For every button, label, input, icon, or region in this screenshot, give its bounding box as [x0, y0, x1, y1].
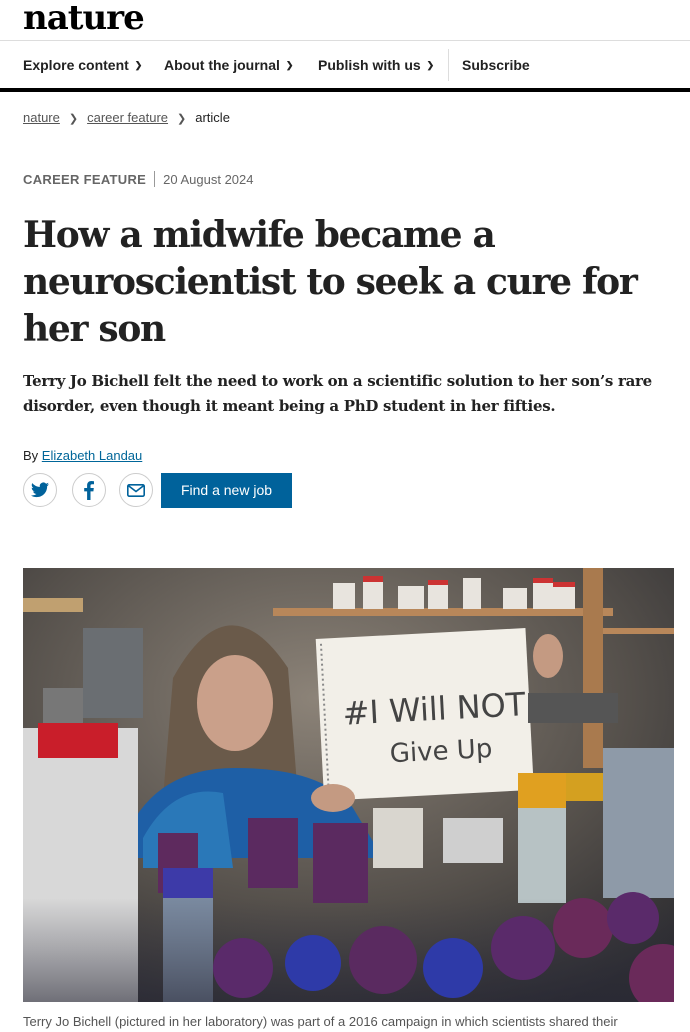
- breadcrumb-nature[interactable]: nature: [23, 110, 60, 125]
- share-twitter-button[interactable]: [23, 473, 57, 507]
- breadcrumb-career-feature[interactable]: career feature: [87, 110, 168, 125]
- article-meta: CAREER FEATURE 20 August 2024: [23, 171, 254, 187]
- sign-text-line2: Give Up: [389, 734, 493, 769]
- article-type: CAREER FEATURE: [23, 172, 147, 187]
- meta-divider: [154, 171, 156, 187]
- article-date: 20 August 2024: [163, 172, 254, 187]
- share-facebook-button[interactable]: [72, 473, 106, 507]
- facebook-icon: [84, 480, 94, 500]
- chevron-right-icon: ❯: [68, 113, 79, 125]
- subscribe-link[interactable]: Subscribe: [462, 57, 530, 73]
- chevron-down-icon: ❯: [134, 60, 143, 70]
- chevron-down-icon: ❯: [285, 60, 294, 70]
- byline: By Elizabeth Landau: [23, 448, 143, 463]
- author-link[interactable]: Elizabeth Landau: [42, 448, 142, 463]
- nature-logo[interactable]: nature: [23, 0, 145, 38]
- lab-photo: #I Will NOT Give Up: [23, 568, 674, 1002]
- email-icon: [127, 483, 145, 497]
- breadcrumb: nature ❯ career feature ❯ article: [23, 110, 230, 125]
- chevron-right-icon: ❯: [177, 113, 187, 125]
- share-email-button[interactable]: [119, 473, 153, 507]
- article-hero-image: #I Will NOT Give Up: [23, 568, 674, 1002]
- nav-explore-content[interactable]: Explore content ❯: [23, 57, 142, 73]
- breadcrumb-current: article: [195, 110, 230, 125]
- twitter-icon: [31, 482, 49, 498]
- image-caption: Terry Jo Bichell (pictured in her labora…: [23, 1014, 618, 1029]
- nav-publish-with-us[interactable]: Publish with us ❯: [318, 57, 434, 73]
- find-job-button[interactable]: Find a new job: [161, 473, 292, 508]
- nav-about-journal[interactable]: About the journal ❯: [164, 57, 293, 73]
- nav-separator: [448, 49, 449, 81]
- nav-bottom-rule: [0, 88, 690, 92]
- article-standfirst: Terry Jo Bichell felt the need to work o…: [23, 372, 652, 415]
- main-nav: Explore content ❯ About the journal ❯ Publ…: [0, 41, 690, 88]
- chevron-down-icon: ❯: [426, 60, 435, 70]
- article-title: How a midwife became a neuroscientist to…: [23, 214, 638, 350]
